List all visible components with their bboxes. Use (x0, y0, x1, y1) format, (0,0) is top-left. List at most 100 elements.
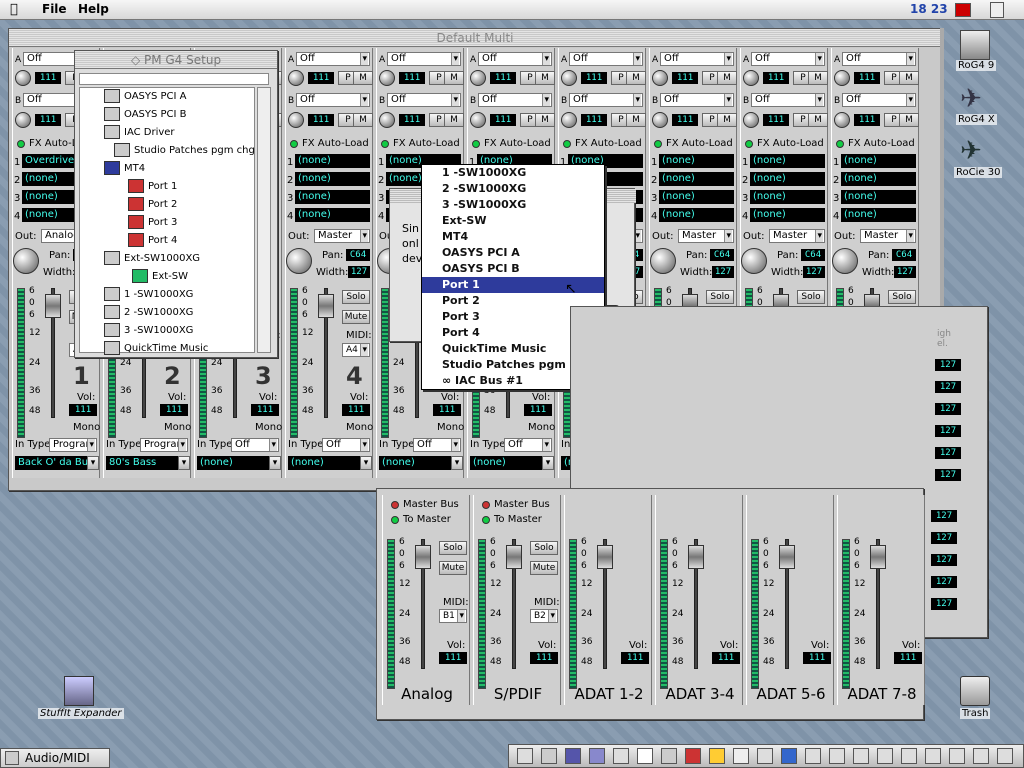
menu-help[interactable]: Help (78, 2, 109, 16)
solo-button[interactable]: Solo (439, 541, 467, 555)
tree-item[interactable]: Port 4 (128, 232, 177, 250)
send-b-select[interactable]: Off (660, 93, 734, 107)
input-type-select[interactable]: Off (413, 438, 461, 452)
fader-cap[interactable] (506, 545, 522, 569)
to-master-led[interactable] (482, 516, 490, 524)
tree-item[interactable]: OASYS PCI B (104, 106, 187, 124)
fader-cap[interactable] (870, 545, 886, 569)
solo-button[interactable]: Solo (342, 290, 370, 304)
solo-button[interactable]: Solo (530, 541, 558, 555)
send-b-m-button[interactable]: M (717, 113, 737, 127)
send-a-knob[interactable] (652, 70, 668, 86)
midi-channel-select[interactable]: B1 (439, 609, 467, 623)
send-b-select[interactable]: Off (569, 93, 643, 107)
send-a-knob[interactable] (470, 70, 486, 86)
solo-button[interactable]: Solo (797, 290, 825, 304)
row-velocity[interactable]: 127 (931, 598, 957, 610)
tree-item[interactable]: Port 2 (128, 196, 177, 214)
setup-window-title[interactable]: ◇ PM G4 Setup (75, 51, 277, 69)
control-strip-module-icon[interactable] (901, 748, 917, 764)
send-a-select[interactable]: Off (751, 52, 825, 66)
rog4-x-label[interactable]: RoG4 X (956, 114, 997, 125)
mute-button[interactable]: Mute (530, 561, 558, 575)
app-logo-icon[interactable] (955, 3, 971, 17)
window-title[interactable]: Default Multi (9, 29, 941, 47)
tree-item[interactable]: QuickTime Music (104, 340, 208, 358)
fader-cap[interactable] (597, 545, 613, 569)
rocie-30-label[interactable]: RoCie 30 (954, 167, 1003, 178)
send-a-m-button[interactable]: M (899, 71, 919, 85)
send-b-knob[interactable] (470, 112, 486, 128)
tree-scrollbar[interactable] (257, 87, 271, 353)
send-b-knob[interactable] (15, 112, 31, 128)
input-type-select[interactable]: Off (322, 438, 370, 452)
patch-name[interactable]: (none) (197, 456, 269, 470)
send-a-m-button[interactable]: M (626, 71, 646, 85)
tree-item[interactable]: OASYS PCI A (104, 88, 187, 106)
pan-knob[interactable] (832, 248, 858, 274)
master-bus-led[interactable] (391, 501, 399, 509)
pan-knob[interactable] (13, 248, 39, 274)
pan-knob[interactable] (741, 248, 767, 274)
send-b-m-button[interactable]: M (808, 113, 828, 127)
stuffit-expander-label[interactable]: StuffIt Expander (38, 708, 124, 719)
send-b-m-button[interactable]: M (899, 113, 919, 127)
row-velocity[interactable]: 127 (931, 510, 957, 522)
send-a-select[interactable]: Off (660, 52, 734, 66)
tree-item[interactable]: MT4 (104, 160, 145, 178)
input-type-select[interactable]: Program... (49, 438, 97, 452)
patch-name[interactable]: (none) (470, 456, 542, 470)
control-strip-module-icon[interactable] (637, 748, 653, 764)
pan-knob[interactable] (286, 248, 312, 274)
input-type-select[interactable]: Program... (140, 438, 188, 452)
insert-slot[interactable]: (none) (841, 154, 916, 168)
insert-slot[interactable]: (none) (295, 172, 370, 186)
patch-name[interactable]: (none) (288, 456, 360, 470)
row-velocity[interactable]: 127 (931, 554, 957, 566)
send-a-select[interactable]: Off (569, 52, 643, 66)
insert-slot[interactable]: (none) (841, 208, 916, 222)
mute-button[interactable]: Mute (439, 561, 467, 575)
send-a-select[interactable]: Off (387, 52, 461, 66)
send-a-knob[interactable] (379, 70, 395, 86)
fader-cap[interactable] (415, 545, 431, 569)
control-strip-module-icon[interactable] (877, 748, 893, 764)
menu-file[interactable]: File (42, 2, 67, 16)
tree-item[interactable]: 1 -SW1000XG (104, 286, 193, 304)
insert-slot[interactable]: (none) (295, 154, 370, 168)
send-b-m-button[interactable]: M (353, 113, 373, 127)
tree-item[interactable]: Ext-SW1000XG (104, 250, 200, 268)
control-strip-module-icon[interactable] (973, 748, 989, 764)
app-switcher-icon[interactable] (990, 2, 1004, 18)
insert-slot[interactable]: (none) (841, 172, 916, 186)
send-a-m-button[interactable]: M (535, 71, 555, 85)
solo-button[interactable]: Solo (706, 290, 734, 304)
popup-option[interactable]: Ext-SW (422, 213, 604, 229)
patch-name[interactable]: Back O' da Bus (15, 456, 87, 470)
control-strip-module-icon[interactable] (517, 748, 533, 764)
output-select[interactable]: Master (678, 229, 734, 243)
apple-menu-icon[interactable]:  (10, 2, 18, 17)
mute-button[interactable]: Mute (342, 310, 370, 324)
control-strip-module-icon[interactable] (565, 748, 581, 764)
tree-item[interactable]: Ext-SW (132, 268, 188, 286)
stuffit-expander-icon[interactable] (64, 676, 94, 706)
insert-slot[interactable]: (none) (750, 190, 825, 204)
popup-option[interactable]: 2 -SW1000XG (422, 181, 604, 197)
send-a-knob[interactable] (834, 70, 850, 86)
rog4-9-label[interactable]: RoG4 9 (956, 60, 997, 71)
send-b-select[interactable]: Off (842, 93, 916, 107)
control-strip-module-icon[interactable] (949, 748, 965, 764)
patch-menu-button[interactable]: ▾ (451, 456, 463, 470)
output-select[interactable]: Master (860, 229, 916, 243)
send-a-knob[interactable] (743, 70, 759, 86)
patch-name[interactable]: 80's Bass (106, 456, 178, 470)
tree-item[interactable]: Studio Patches pgm chg (114, 142, 255, 160)
insert-slot[interactable]: (none) (295, 208, 370, 222)
midi-channel-select[interactable]: B2 (530, 609, 558, 623)
send-a-m-button[interactable]: M (444, 71, 464, 85)
patch-menu-button[interactable]: ▾ (269, 456, 281, 470)
send-b-m-button[interactable]: M (444, 113, 464, 127)
pan-knob[interactable] (650, 248, 676, 274)
rocie-30-icon[interactable]: ✈ (960, 136, 990, 166)
